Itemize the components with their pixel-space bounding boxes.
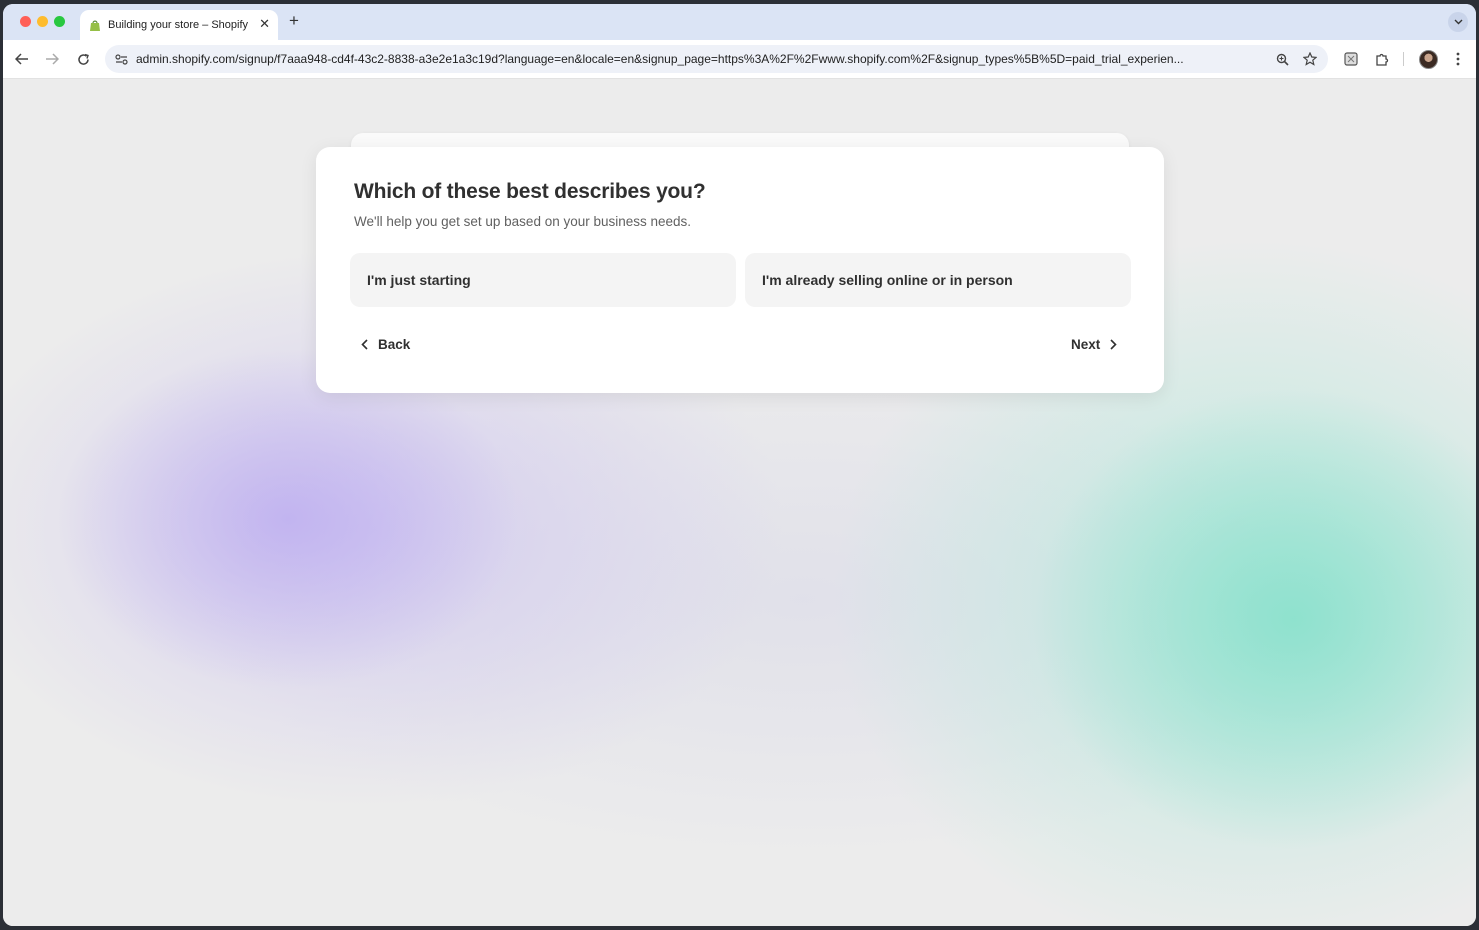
close-window-button[interactable] [20, 16, 31, 27]
tab-title: Building your store – Shopify [108, 19, 249, 31]
page-subtitle: We'll help you get set up based on your … [354, 214, 692, 229]
minimize-window-button[interactable] [37, 16, 48, 27]
chevron-left-icon [361, 338, 368, 350]
tab-strip: Building your store – Shopify ✕ + [3, 4, 1476, 40]
next-label: Next [1071, 336, 1101, 352]
url-text[interactable]: admin.shopify.com/signup/f7aaa948-cd4f-4… [136, 52, 1262, 66]
new-tab-button[interactable]: + [289, 11, 299, 31]
tab-close-icon[interactable]: ✕ [259, 16, 270, 32]
kebab-menu-icon[interactable] [1450, 51, 1466, 67]
onboarding-card: Which of these best describes you? We'll… [316, 147, 1164, 393]
site-settings-icon[interactable] [113, 51, 129, 67]
browser-window: Building your store – Shopify ✕ + admin.… [3, 4, 1476, 926]
extension-icon[interactable] [1343, 51, 1359, 67]
zoom-icon[interactable] [1274, 51, 1290, 67]
next-button[interactable]: Next [1071, 334, 1117, 354]
bookmark-star-icon[interactable] [1302, 51, 1318, 67]
back-label: Back [378, 336, 411, 352]
option-just-starting[interactable]: I'm just starting [350, 253, 736, 307]
option-already-selling[interactable]: I'm already selling online or in person [745, 253, 1131, 307]
reload-icon[interactable] [75, 51, 91, 67]
shopify-bag-icon [90, 20, 100, 31]
url-path: /signup/f7aaa948-cd4f-43c2-8838-a3e2e1a3… [235, 52, 1184, 66]
tab-search-button[interactable] [1448, 12, 1468, 32]
maximize-window-button[interactable] [54, 16, 65, 27]
browser-toolbar: admin.shopify.com/signup/f7aaa948-cd4f-4… [3, 40, 1476, 79]
tab-active[interactable]: Building your store – Shopify ✕ [80, 10, 278, 40]
puzzle-icon[interactable] [1374, 51, 1390, 67]
profile-avatar[interactable] [1419, 50, 1438, 69]
url-host: admin.shopify.com [136, 52, 236, 66]
back-arrow-icon[interactable] [14, 51, 30, 67]
address-bar[interactable]: admin.shopify.com/signup/f7aaa948-cd4f-4… [105, 45, 1328, 73]
page-title: Which of these best describes you? [354, 180, 706, 203]
chevron-down-icon [1454, 19, 1462, 25]
back-button[interactable]: Back [361, 334, 410, 354]
toolbar-divider [1403, 52, 1404, 66]
page-content: Which of these best describes you? We'll… [3, 79, 1476, 926]
chevron-right-icon [1110, 338, 1117, 350]
forward-arrow-icon[interactable] [44, 51, 60, 67]
